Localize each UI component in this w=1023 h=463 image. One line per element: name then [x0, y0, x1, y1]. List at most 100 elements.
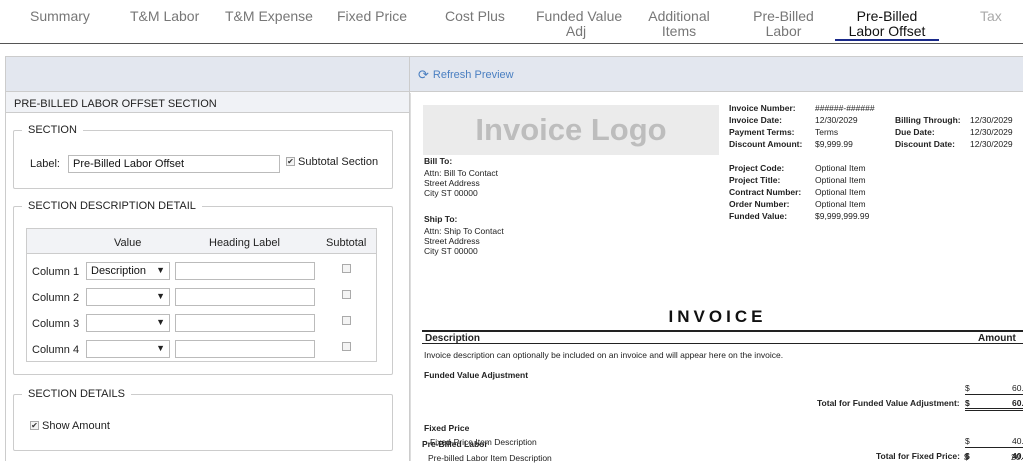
meta-key: Payment Terms: — [729, 127, 795, 137]
subtotal-section-caption: Subtotal Section — [298, 156, 379, 168]
ship-to-title: Ship To: — [424, 214, 458, 224]
meta-value: Terms — [815, 127, 839, 137]
tab-label: Pre-Billed Labor — [753, 8, 814, 39]
bill-to-line: City ST 00000 — [424, 188, 478, 198]
heading-label-header: Heading Label — [209, 237, 280, 249]
meta-value: 12/30/2029 — [970, 127, 1013, 137]
column-3-label: Column 3 — [32, 318, 80, 330]
invoice-intro-text: Invoice description can optionally be in… — [424, 350, 784, 360]
meta-value: 12/30/2029 — [815, 115, 858, 125]
tab-additional-items[interactable]: Additional Items — [645, 9, 713, 39]
description-detail-legend: SECTION DESCRIPTION DETAIL — [28, 200, 196, 212]
total-amount: 60. — [1012, 398, 1023, 408]
show-amount-caption: Show Amount — [42, 420, 110, 432]
meta-value: $9,999.99 — [815, 139, 853, 149]
meta-key: Discount Date: — [895, 139, 955, 149]
subtotal-rule — [965, 447, 1023, 448]
ship-to-line: Attn: Ship To Contact — [424, 226, 504, 236]
bill-to-title: Bill To: — [424, 156, 453, 166]
column-1-subtotal-checkbox[interactable] — [342, 264, 351, 273]
ship-to-line: Street Address — [424, 236, 480, 246]
chevron-down-icon: ▼ — [156, 317, 165, 327]
invoice-column-header: Description Amount — [422, 330, 1023, 344]
line-amount: 40. — [1012, 436, 1023, 446]
meta-key: Project Title: — [729, 175, 781, 185]
column-1-value-select[interactable]: Description ▼ — [86, 262, 170, 280]
tab-label: Additional Items — [648, 8, 710, 39]
description-column: Description — [425, 333, 481, 344]
column-1-heading-input[interactable] — [175, 262, 315, 280]
tab-summary[interactable]: Summary — [30, 9, 90, 24]
pre-billed-labor-title: Pre-Billed Labor — [422, 439, 488, 449]
chevron-down-icon: ▼ — [156, 291, 165, 301]
currency-symbol: $ — [965, 383, 970, 393]
amount-column: Amount — [978, 333, 1016, 344]
section-details-legend: SECTION DETAILS — [28, 388, 125, 400]
tab-tm-expense[interactable]: T&M Expense — [225, 9, 313, 24]
tab-funded-value-adj[interactable]: Funded Value Adj — [536, 9, 622, 39]
funded-value-adjustment-title: Funded Value Adjustment — [424, 370, 529, 380]
refresh-icon: ⟳ — [418, 67, 429, 82]
column-3-value-select[interactable]: ▼ — [86, 314, 170, 332]
fixed-price-total-label: Total for Fixed Price: — [876, 451, 960, 461]
column-2-label: Column 2 — [32, 292, 80, 304]
column-1-label: Column 1 — [32, 266, 80, 278]
meta-value: $9,999,999.99 — [815, 211, 870, 221]
chevron-down-icon: ▼ — [156, 265, 165, 275]
meta-key: Invoice Date: — [729, 115, 782, 125]
section-legend: SECTION — [28, 124, 77, 136]
tab-pre-billed-labor[interactable]: Pre-Billed Labor — [752, 9, 815, 39]
column-2-value-select[interactable]: ▼ — [86, 288, 170, 306]
tab-tax[interactable]: Tax — [980, 9, 1002, 24]
meta-value: Optional Item — [815, 187, 866, 197]
tab-cost-plus[interactable]: Cost Plus — [445, 9, 505, 24]
meta-key: Due Date: — [895, 127, 935, 137]
subtotal-header: Subtotal — [326, 237, 367, 249]
currency-symbol: $ — [965, 398, 970, 408]
column-4-label: Column 4 — [32, 344, 80, 356]
column-2-subtotal-checkbox[interactable] — [342, 290, 351, 299]
meta-key: Project Code: — [729, 163, 785, 173]
line-amount: 60. — [1012, 383, 1023, 393]
meta-key: Discount Amount: — [729, 139, 803, 149]
column-3-heading-input[interactable] — [175, 314, 315, 332]
column-4-heading-input[interactable] — [175, 340, 315, 358]
tab-label: Pre-Billed Labor Offset — [848, 8, 926, 39]
meta-value: 12/30/2029 — [970, 115, 1013, 125]
total-double-rule — [965, 408, 1023, 411]
refresh-label: Refresh Preview — [432, 69, 514, 81]
refresh-preview-button[interactable]: ⟳ Refresh Preview — [418, 67, 514, 83]
show-amount-checkbox[interactable]: ✔ — [30, 421, 39, 430]
tab-fixed-price[interactable]: Fixed Price — [337, 9, 407, 24]
value-header: Value — [114, 237, 142, 249]
pre-billed-labor-item: Pre-billed Labor Item Description — [428, 453, 552, 463]
chevron-down-icon: ▼ — [156, 343, 165, 353]
label-caption: Label: — [30, 158, 60, 170]
column-2-heading-input[interactable] — [175, 288, 315, 306]
meta-key: Order Number: — [729, 199, 790, 209]
panel-title: PRE-BILLED LABOR OFFSET SECTION — [6, 92, 409, 113]
tab-tm-labor[interactable]: T&M Labor — [130, 9, 199, 24]
meta-value: Optional Item — [815, 175, 866, 185]
column-4-value-select[interactable]: ▼ — [86, 340, 170, 358]
meta-key: Funded Value: — [729, 211, 788, 221]
currency-symbol: $ — [965, 436, 970, 446]
editor-toolbar — [6, 57, 409, 92]
meta-value: Optional Item — [815, 199, 866, 209]
grid-header: Value Heading Label Subtotal — [27, 229, 376, 254]
tab-label: Funded Value Adj — [536, 8, 623, 39]
invoice-title: INVOICE — [668, 307, 767, 326]
subtotal-section-checkbox[interactable]: ✔ — [286, 157, 295, 166]
meta-key: Contract Number: — [729, 187, 802, 197]
tab-pre-billed-labor-offset[interactable]: Pre-Billed Labor Offset — [835, 9, 939, 41]
invoice-logo: Invoice Logo — [423, 105, 719, 155]
meta-value: 12/30/2029 — [970, 139, 1013, 149]
bill-to-line: Attn: Bill To Contact — [424, 168, 499, 178]
section-tabs: Summary T&M Labor T&M Expense Fixed Pric… — [0, 0, 1023, 44]
fixed-price-title: Fixed Price — [424, 423, 470, 433]
meta-value: ######-###### — [815, 103, 875, 113]
column-3-subtotal-checkbox[interactable] — [342, 316, 351, 325]
select-value: Description — [91, 265, 147, 277]
column-4-subtotal-checkbox[interactable] — [342, 342, 351, 351]
section-label-input[interactable] — [68, 155, 280, 173]
